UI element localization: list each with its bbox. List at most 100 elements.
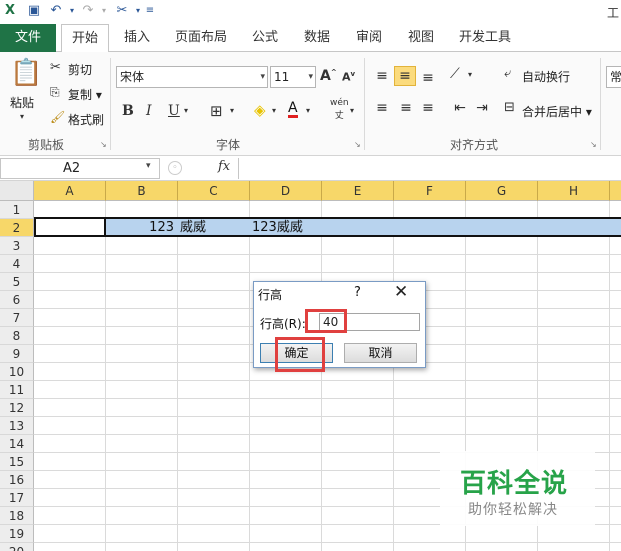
row-header-4[interactable]: 4	[0, 255, 34, 273]
fill-color-dropdown-icon[interactable]: ▾	[272, 106, 276, 115]
font-launcher-icon[interactable]: ↘	[354, 140, 361, 149]
merge-center-button[interactable]: 合并后居中 ▾	[522, 103, 592, 120]
row-header-2[interactable]: 2	[0, 219, 34, 237]
select-all-corner[interactable]	[0, 181, 34, 201]
grow-font-icon[interactable]: A^	[320, 68, 337, 84]
borders-dropdown-icon[interactable]: ▾	[230, 106, 234, 115]
row-header-3[interactable]: 3	[0, 237, 34, 255]
cancel-button[interactable]: 取消	[344, 343, 417, 363]
name-box[interactable]: A2	[0, 158, 160, 179]
paste-icon[interactable]: 📋	[10, 58, 42, 88]
align-top-icon[interactable]: ≡	[372, 66, 392, 86]
help-button[interactable]: ?	[354, 285, 361, 300]
align-left-icon[interactable]: ≡	[372, 100, 392, 116]
fill-color-icon[interactable]: ◈	[254, 101, 266, 119]
font-name-select[interactable]: 宋体 ▾	[116, 66, 268, 88]
row-header-19[interactable]: 19	[0, 525, 34, 543]
paste-button[interactable]: 粘贴	[10, 94, 34, 111]
bold-button[interactable]: B	[122, 103, 134, 119]
wrap-text-button[interactable]: 自动换行	[522, 68, 570, 85]
formula-bar-grip-icon[interactable]: ◦	[168, 161, 182, 175]
row-header-7[interactable]: 7	[0, 309, 34, 327]
tab-data[interactable]: 数据	[296, 24, 338, 52]
row-header-16[interactable]: 16	[0, 471, 34, 489]
cell-d2[interactable]: 123威威	[252, 219, 320, 236]
tab-review[interactable]: 审阅	[348, 24, 390, 52]
copy-button[interactable]: 复制 ▾	[68, 86, 102, 103]
row-header-15[interactable]: 15	[0, 453, 34, 471]
save-icon[interactable]: ▣	[26, 3, 42, 19]
cell-b2[interactable]: 123	[108, 219, 176, 236]
underline-button[interactable]: U	[168, 103, 180, 119]
column-header-d[interactable]: D	[250, 181, 322, 201]
tab-home[interactable]: 开始	[61, 24, 109, 53]
orientation-icon[interactable]: ⟋	[450, 66, 460, 82]
column-header-a[interactable]: A	[34, 181, 106, 201]
column-header-c[interactable]: C	[178, 181, 250, 201]
orientation-dropdown-icon[interactable]: ▾	[468, 70, 472, 79]
customize-qat-icon[interactable]: ≡	[142, 3, 158, 19]
formula-input[interactable]	[238, 158, 621, 179]
shrink-font-icon[interactable]: Av	[342, 70, 355, 84]
cut-icon[interactable]: ✂	[50, 60, 61, 75]
borders-icon[interactable]: ⊞	[210, 102, 223, 120]
column-header-f[interactable]: F	[394, 181, 466, 201]
format-painter-button[interactable]: 格式刷	[68, 111, 104, 128]
italic-button[interactable]: I	[146, 103, 152, 119]
row-header-11[interactable]: 11	[0, 381, 34, 399]
font-color-icon[interactable]: A	[288, 101, 298, 118]
row-header-17[interactable]: 17	[0, 489, 34, 507]
wrap-text-icon[interactable]: ⤶	[504, 66, 511, 81]
column-header-g[interactable]: G	[466, 181, 538, 201]
row-header-14[interactable]: 14	[0, 435, 34, 453]
undo-icon[interactable]: ↶	[48, 3, 64, 19]
format-painter-icon[interactable]: 🖌	[50, 110, 65, 124]
column-header-e[interactable]: E	[322, 181, 394, 201]
row-header-9[interactable]: 9	[0, 345, 34, 363]
insert-function-button[interactable]: fx	[218, 159, 230, 174]
tools-icon[interactable]: ✂	[114, 3, 130, 19]
row-header-8[interactable]: 8	[0, 327, 34, 345]
row-header-10[interactable]: 10	[0, 363, 34, 381]
align-right-icon[interactable]: ≡	[418, 100, 438, 116]
underline-dropdown-icon[interactable]: ▾	[184, 106, 188, 115]
cut-button[interactable]: 剪切	[68, 61, 92, 78]
row-header-18[interactable]: 18	[0, 507, 34, 525]
increase-indent-icon[interactable]: ⇥	[472, 100, 492, 116]
align-center-icon[interactable]: ≡	[396, 100, 416, 116]
column-header-h[interactable]: H	[538, 181, 610, 201]
align-bottom-icon[interactable]: ≡	[418, 68, 438, 88]
redo-icon[interactable]: ↷	[80, 3, 96, 19]
clipboard-launcher-icon[interactable]: ↘	[100, 140, 107, 149]
row-header-6[interactable]: 6	[0, 291, 34, 309]
active-cell-a2[interactable]	[34, 217, 106, 237]
font-color-dropdown-icon[interactable]: ▾	[306, 106, 310, 115]
font-size-select[interactable]: 11 ▾	[270, 66, 316, 88]
tab-view[interactable]: 视图	[400, 24, 442, 52]
tab-formulas[interactable]: 公式	[244, 24, 286, 52]
row-header-1[interactable]: 1	[0, 201, 34, 219]
phonetic-icon[interactable]: wén 丈	[330, 98, 349, 121]
column-header-i[interactable]	[610, 181, 621, 201]
copy-icon[interactable]: ⎘	[50, 85, 60, 100]
phonetic-dropdown-icon[interactable]: ▾	[350, 106, 354, 115]
cell-c2[interactable]: 威威	[180, 219, 248, 236]
tab-developer[interactable]: 开发工具	[454, 24, 516, 52]
decrease-indent-icon[interactable]: ⇤	[450, 100, 470, 116]
tab-page-layout[interactable]: 页面布局	[168, 24, 234, 52]
merge-center-icon[interactable]: ⊟	[504, 100, 515, 115]
redo-dropdown-icon[interactable]: ▾	[96, 3, 112, 19]
row-header-13[interactable]: 13	[0, 417, 34, 435]
paste-dropdown-icon[interactable]: ▾	[20, 112, 24, 121]
close-button[interactable]: ✕	[394, 282, 408, 302]
row-header-5[interactable]: 5	[0, 273, 34, 291]
chevron-down-icon[interactable]: ▾	[146, 161, 151, 171]
number-format-select[interactable]: 常	[606, 66, 621, 88]
tab-insert[interactable]: 插入	[114, 24, 160, 52]
tab-file[interactable]: 文件	[0, 24, 56, 52]
undo-dropdown-icon[interactable]: ▾	[64, 3, 80, 19]
alignment-launcher-icon[interactable]: ↘	[590, 140, 597, 149]
align-middle-icon[interactable]: ≡	[394, 66, 416, 86]
row-header-20[interactable]: 20	[0, 543, 34, 551]
row-header-12[interactable]: 12	[0, 399, 34, 417]
